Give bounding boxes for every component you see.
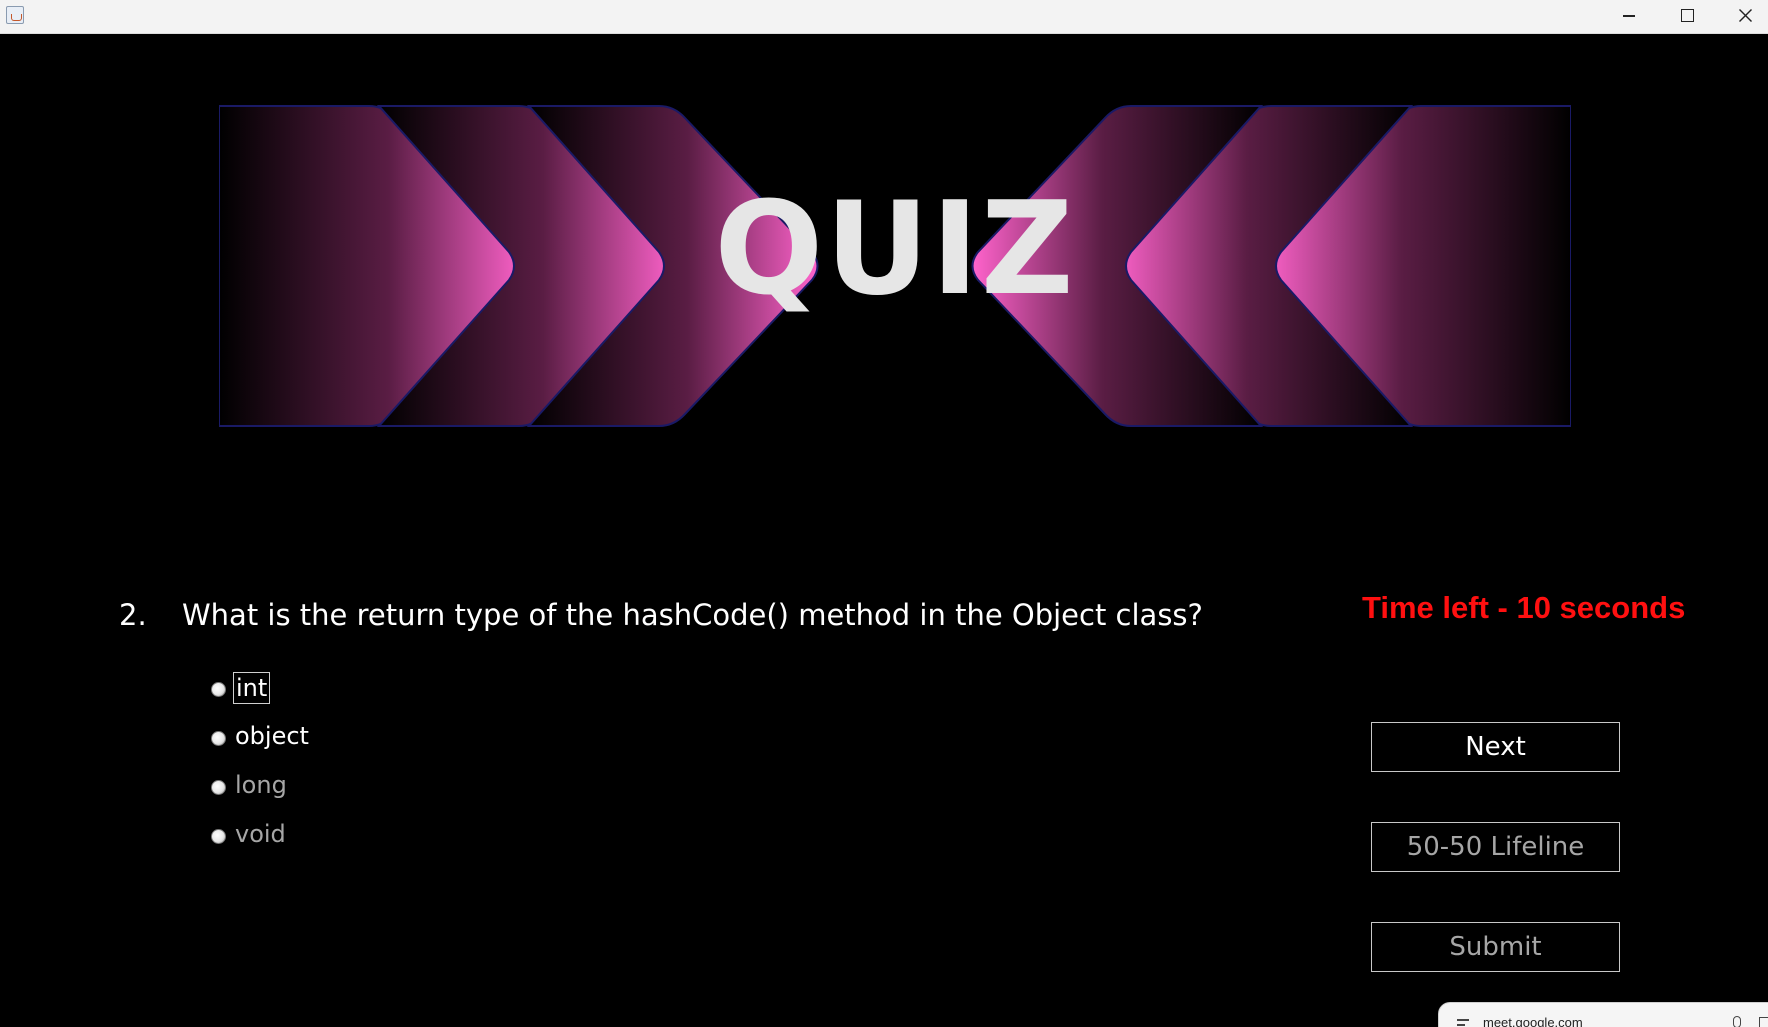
close-icon bbox=[1739, 9, 1752, 22]
java-cup-icon[interactable] bbox=[6, 6, 24, 24]
timer-label: Time left - 10 seconds bbox=[1362, 590, 1686, 625]
share-url: meet.google.com bbox=[1483, 1015, 1583, 1027]
window-titlebar bbox=[0, 0, 1768, 34]
radio-button-icon[interactable] bbox=[211, 731, 226, 746]
quiz-banner: QUIZ bbox=[219, 104, 1571, 428]
option-label: void bbox=[235, 820, 286, 848]
option-label: long bbox=[235, 771, 287, 799]
option-label: int bbox=[233, 672, 271, 704]
close-button[interactable] bbox=[1716, 0, 1768, 34]
minimize-button[interactable] bbox=[1600, 0, 1658, 34]
option-label: object bbox=[235, 722, 309, 750]
expand-icon[interactable] bbox=[1759, 1017, 1768, 1027]
next-button[interactable]: Next bbox=[1371, 722, 1620, 772]
microphone-icon[interactable] bbox=[1733, 1016, 1741, 1027]
radio-button-icon[interactable] bbox=[211, 682, 226, 697]
banner-title: QUIZ bbox=[714, 175, 1076, 324]
site-settings-icon[interactable] bbox=[1457, 1019, 1469, 1027]
screen-share-bar: meet.google.com bbox=[1438, 1002, 1768, 1027]
question-text: What is the return type of the hashCode(… bbox=[182, 598, 1203, 632]
submit-button: Submit bbox=[1371, 922, 1620, 972]
radio-button-icon bbox=[211, 829, 226, 844]
lifeline-button: 50-50 Lifeline bbox=[1371, 822, 1620, 872]
maximize-button[interactable] bbox=[1658, 0, 1716, 34]
question-number: 2. bbox=[119, 598, 147, 632]
radio-button-icon bbox=[211, 780, 226, 795]
